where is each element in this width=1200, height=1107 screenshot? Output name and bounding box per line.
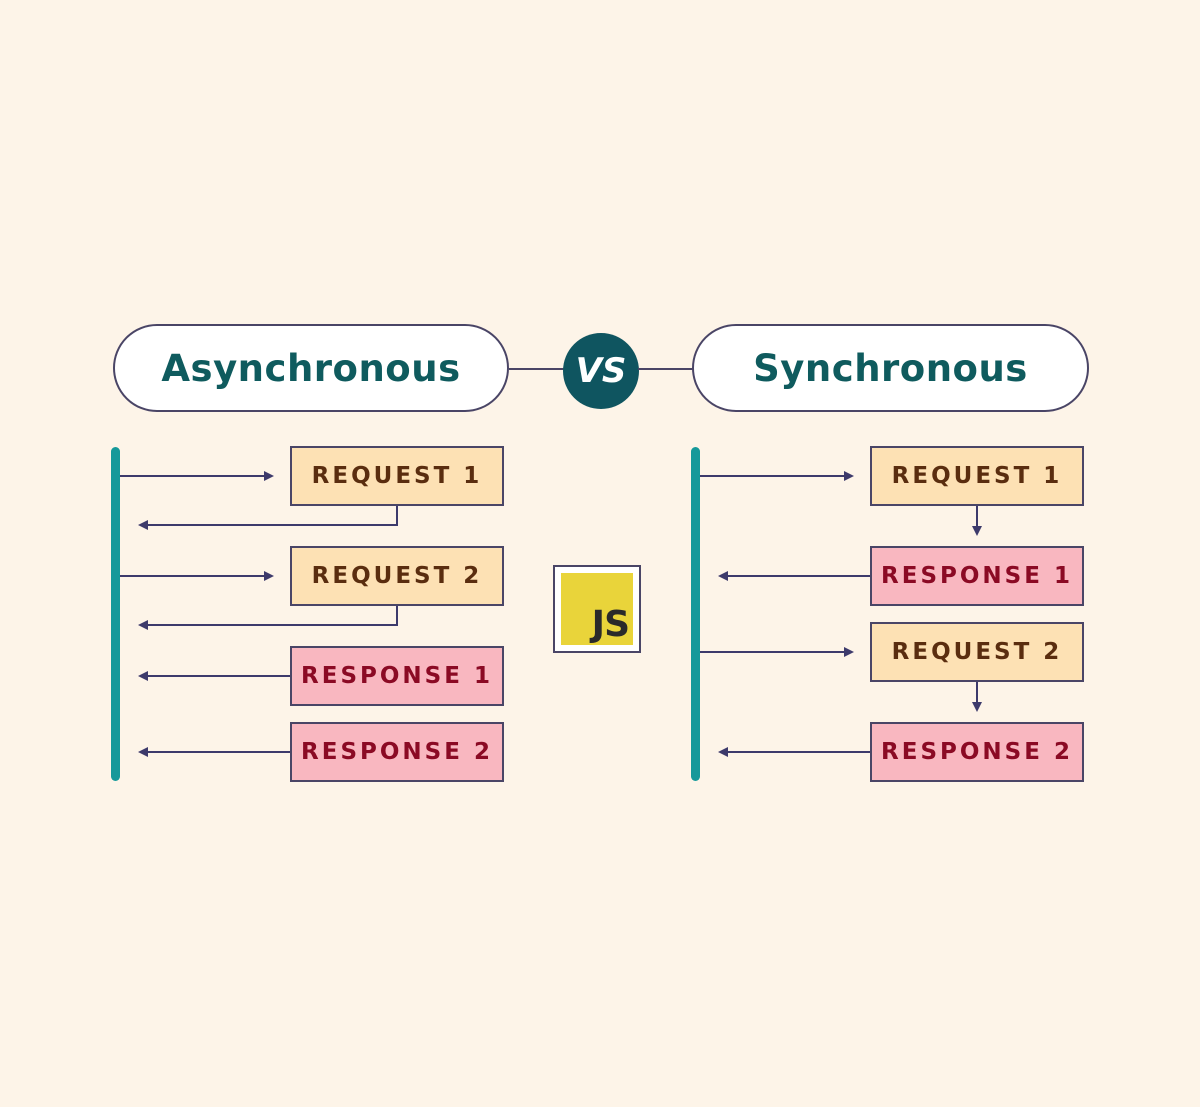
- box-label: REQUEST 2: [311, 563, 483, 589]
- box-label: RESPONSE 1: [881, 563, 1073, 589]
- synchronous-title-text: Synchronous: [753, 346, 1028, 390]
- box-label: RESPONSE 2: [301, 739, 493, 765]
- box-label: REQUEST 2: [891, 639, 1063, 665]
- sync-response-1-box: RESPONSE 1: [870, 546, 1084, 606]
- vs-badge: VS: [563, 333, 639, 409]
- arrow-async-ack-2: [138, 605, 398, 630]
- synchronous-title: Synchronous: [692, 324, 1089, 412]
- box-label: RESPONSE 2: [881, 739, 1073, 765]
- box-label: RESPONSE 1: [301, 663, 493, 689]
- connector-left: [509, 368, 565, 370]
- async-response-1-box: RESPONSE 1: [290, 646, 504, 706]
- js-logo-text: JS: [591, 604, 630, 645]
- async-request-2-box: REQUEST 2: [290, 546, 504, 606]
- sync-response-2-box: RESPONSE 2: [870, 722, 1084, 782]
- sync-request-2-box: REQUEST 2: [870, 622, 1084, 682]
- synchronous-timeline: [691, 447, 700, 781]
- box-label: REQUEST 1: [891, 463, 1063, 489]
- async-response-2-box: RESPONSE 2: [290, 722, 504, 782]
- box-label: REQUEST 1: [311, 463, 483, 489]
- asynchronous-timeline: [111, 447, 120, 781]
- vs-label: VS: [575, 351, 627, 391]
- js-logo-square: JS: [561, 573, 633, 645]
- connector-right: [638, 368, 694, 370]
- arrow-async-ack-1: [138, 505, 398, 530]
- asynchronous-title: Asynchronous: [113, 324, 509, 412]
- sync-request-1-box: REQUEST 1: [870, 446, 1084, 506]
- javascript-logo-icon: JS: [553, 565, 641, 653]
- asynchronous-title-text: Asynchronous: [161, 346, 461, 390]
- async-request-1-box: REQUEST 1: [290, 446, 504, 506]
